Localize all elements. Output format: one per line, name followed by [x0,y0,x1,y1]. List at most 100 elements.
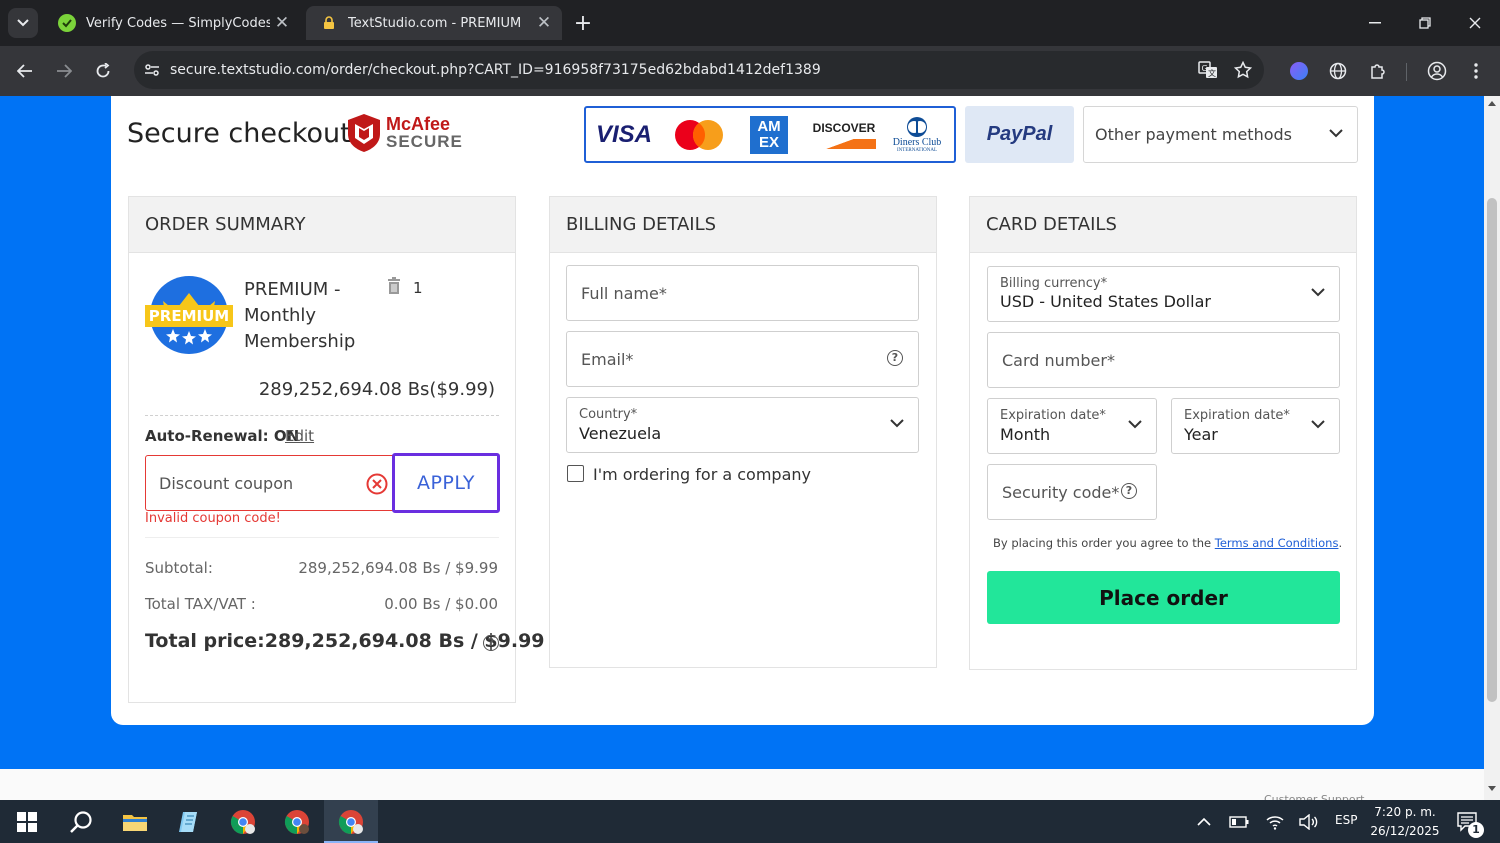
clear-coupon-button[interactable] [366,473,388,495]
tab-textstudio[interactable]: TextStudio.com - PREMIUM ✕ [306,6,562,40]
restore-button[interactable] [1410,8,1440,38]
place-order-button[interactable]: Place order [987,571,1340,624]
tab-search-button[interactable] [8,8,38,38]
chrome-icon [338,809,363,834]
tab-close-icon[interactable]: ✕ [532,11,556,35]
puzzle-icon [1371,64,1385,79]
billing-details-panel: BILLING DETAILS Full name* Email* ? Coun… [549,196,937,668]
minimize-button[interactable] [1360,8,1390,38]
secure-text: SECURE [386,132,463,151]
scrollbar-thumb[interactable] [1487,198,1497,702]
back-button[interactable] [10,56,40,86]
volume-button[interactable] [1284,800,1334,843]
system-clock[interactable]: 7:20 p. m. 26/12/2025 [1370,803,1440,841]
company-checkbox[interactable] [567,465,584,482]
tab-title: Verify Codes — SimplyCodes [86,15,270,31]
chrome-icon [230,809,255,834]
terms-period: . [1338,536,1343,550]
auto-renewal-edit-link[interactable]: Edit [285,427,314,445]
full-name-placeholder: Full name* [581,284,667,303]
tax-label: Total TAX/VAT : [145,595,256,613]
tab-close-icon[interactable]: ✕ [270,11,294,35]
coupon-placeholder: Discount coupon [159,474,294,493]
security-code-field[interactable]: Security code* ? [987,464,1157,520]
wifi-icon [1266,815,1284,830]
order-summary-heading: ORDER SUMMARY [129,197,515,253]
full-name-field[interactable]: Full name* [566,265,919,321]
menu-button[interactable] [1461,56,1491,86]
chrome-app-button-2[interactable] [270,800,324,843]
card-number-placeholder: Card number* [1002,351,1115,370]
site-info-icon[interactable] [144,63,160,77]
country-select[interactable]: Country* Venezuela [566,397,919,453]
card-number-field[interactable]: Card number* [987,332,1340,388]
tax-value: 0.00 Bs / $0.00 [384,595,498,613]
other-payment-label: Other payment methods [1095,125,1292,144]
premium-badge-text: PREMIUM [148,307,230,325]
other-payment-methods-dropdown[interactable]: Other payment methods [1083,106,1358,163]
close-icon [1469,17,1481,29]
mcafee-shield-icon [348,114,380,152]
notepad-app-button[interactable] [162,800,216,843]
quantity-value: 1 [413,279,423,297]
translate-icon[interactable]: G文 [1198,61,1218,79]
profile-button[interactable] [1422,56,1452,86]
currency-label: Billing currency* [1000,276,1108,291]
expiration-month-select[interactable]: Expiration date* Month [987,398,1157,454]
extensions-button[interactable] [1363,56,1393,86]
visa-logo: VISA [596,120,653,148]
start-button[interactable] [0,800,54,843]
card-logos-box[interactable]: VISA AM EX DISCOVER Diners Club INTERNAT… [584,106,956,163]
extension-simplycodes-button[interactable] [1284,56,1314,86]
discover-logo: DISCOVER [812,121,877,149]
scroll-down-icon[interactable] [1488,786,1496,792]
toolbar-divider [1406,63,1407,81]
billing-currency-select[interactable]: Billing currency* USD - United States Do… [987,266,1340,322]
email-help-icon[interactable]: ? [887,350,903,366]
chrome-app-button-active[interactable] [324,800,378,843]
file-explorer-button[interactable] [108,800,162,843]
paypal-button[interactable]: PayPal [965,106,1074,163]
discount-coupon-input[interactable]: Discount coupon [145,455,393,511]
speaker-icon [1299,813,1318,830]
clock-date: 26/12/2025 [1370,824,1440,838]
input-language[interactable]: ESP [1335,813,1357,827]
security-code-placeholder: Security code* [1002,483,1120,502]
email-field[interactable]: Email* ? [566,331,919,387]
trash-icon [388,277,400,294]
reload-button[interactable] [88,56,118,86]
restore-icon [1419,17,1431,29]
page-scrollbar[interactable] [1484,96,1500,800]
extension-globe-button[interactable] [1323,56,1353,86]
address-bar[interactable]: secure.textstudio.com/order/checkout.php… [134,51,1264,89]
company-checkbox-label[interactable]: I'm ordering for a company [593,465,811,484]
total-label: Total price: [145,630,265,652]
auto-renewal-label: Auto-Renewal: ON [145,427,300,445]
close-window-button[interactable] [1460,8,1490,38]
subtotal-label: Subtotal: [145,559,213,577]
exp-month-value: Month [1000,425,1051,444]
new-tab-button[interactable]: + [570,10,596,36]
tab-verify-codes[interactable]: Verify Codes — SimplyCodes ✕ [44,6,300,40]
security-code-help-icon[interactable]: ? [1121,483,1137,499]
bookmark-star-icon[interactable] [1234,61,1252,79]
terms-link[interactable]: Terms and Conditions [1215,536,1339,550]
chrome-app-button[interactable] [216,800,270,843]
country-value: Venezuela [579,424,662,443]
remove-item-button[interactable] [387,277,401,294]
diners-mark-icon [907,117,928,137]
scroll-up-icon[interactable] [1488,100,1496,106]
notifications-button[interactable]: 1 [1446,800,1490,843]
url-text: secure.textstudio.com/order/checkout.php… [170,62,821,78]
amex-line1: AM [757,117,781,135]
expiration-year-select[interactable]: Expiration date* Year [1171,398,1340,454]
apply-coupon-button[interactable]: APPLY [392,453,500,513]
search-button[interactable] [54,800,108,843]
country-label: Country* [579,407,638,422]
diners-subtext: INTERNATIONAL [897,148,938,153]
forward-button[interactable] [49,56,79,86]
total-help-icon[interactable]: ? [483,635,499,651]
error-x-circle-icon [366,473,388,495]
divider [145,537,499,538]
extension-icon [1290,62,1308,80]
